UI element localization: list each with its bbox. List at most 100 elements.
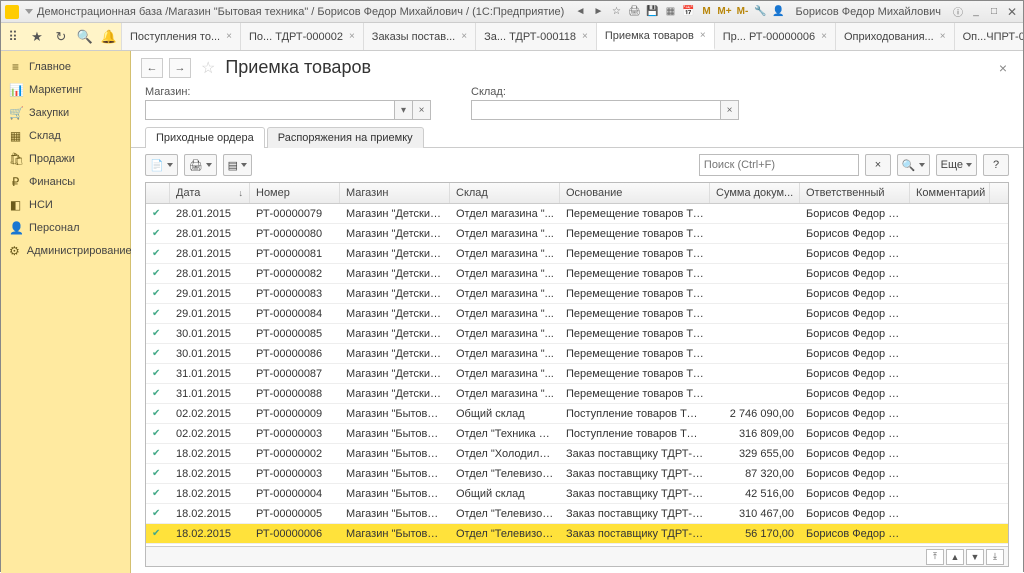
tab-close-icon[interactable]: ×	[821, 31, 827, 42]
table-row[interactable]: ✔28.01.2015РТ-00000081Магазин "Детские .…	[146, 244, 1008, 264]
sidebar-item[interactable]: 🛍Продажи	[1, 147, 130, 170]
table-row[interactable]: ✔31.01.2015РТ-00000087Магазин "Детские .…	[146, 364, 1008, 384]
tab-close-icon[interactable]: ×	[226, 31, 232, 42]
table-row[interactable]: ✔18.02.2015РТ-00000004Магазин "Бытовая..…	[146, 484, 1008, 504]
tab-close-icon[interactable]: ×	[349, 31, 355, 42]
tab[interactable]: Оприходования...×	[836, 23, 955, 50]
sidebar-item[interactable]: ₽Финансы	[1, 170, 130, 193]
cell-number: РТ-00000006	[250, 528, 340, 540]
col-icon[interactable]	[146, 183, 170, 203]
subtab[interactable]: Приходные ордера	[145, 127, 265, 148]
col-warehouse[interactable]: Склад	[450, 183, 560, 203]
minimize-icon[interactable]: _	[969, 5, 983, 19]
create-button[interactable]: 📄	[145, 154, 178, 176]
shop-filter-input[interactable]	[145, 100, 395, 120]
col-date[interactable]: Дата↓	[170, 183, 250, 203]
col-shop[interactable]: Магазин	[340, 183, 450, 203]
tools-icon[interactable]: 🔧	[753, 5, 767, 19]
table-row[interactable]: ✔18.02.2015РТ-00000005Магазин "Бытовая..…	[146, 504, 1008, 524]
scroll-bottom-icon[interactable]: ⤓	[986, 549, 1004, 565]
table-row[interactable]: ✔29.01.2015РТ-00000084Магазин "Детские .…	[146, 304, 1008, 324]
cell-basis: Поступление товаров ТДР...	[560, 428, 710, 440]
help-button[interactable]: ?	[983, 154, 1009, 176]
print-icon[interactable]: 🖨	[627, 5, 641, 19]
m-minus-icon[interactable]: M-	[735, 5, 749, 19]
m-icon[interactable]: M	[699, 5, 713, 19]
nav-fwd-icon[interactable]: ►	[591, 5, 605, 19]
tab-close-icon[interactable]: ×	[940, 31, 946, 42]
report-button[interactable]: ▤	[223, 154, 252, 176]
tab[interactable]: Пр... РТ-00000006×	[715, 23, 836, 50]
star-icon[interactable]: ★	[25, 23, 49, 51]
cell-warehouse: Отдел магазина "...	[450, 328, 560, 340]
sidebar-item[interactable]: ≡Главное	[1, 55, 130, 78]
calc-icon[interactable]: ▦	[663, 5, 677, 19]
sidebar-item[interactable]: 📊Маркетинг	[1, 78, 130, 101]
app-logo-icon	[5, 5, 19, 19]
scroll-down-icon[interactable]: ▼	[966, 549, 984, 565]
table-row[interactable]: ✔02.02.2015РТ-00000009Магазин "Бытовая..…	[146, 404, 1008, 424]
more-button[interactable]: Еще	[936, 154, 977, 176]
table-row[interactable]: ✔28.01.2015РТ-00000080Магазин "Детские .…	[146, 224, 1008, 244]
m-plus-icon[interactable]: M+	[717, 5, 731, 19]
maximize-icon[interactable]: □	[987, 5, 1001, 19]
warehouse-filter-input[interactable]	[471, 100, 721, 120]
sidebar-item[interactable]: ◧НСИ	[1, 193, 130, 216]
info-icon[interactable]: ⓘ	[951, 5, 965, 19]
warehouse-filter-clear-icon[interactable]: ×	[721, 100, 739, 120]
table-row[interactable]: ✔28.01.2015РТ-00000082Магазин "Детские .…	[146, 264, 1008, 284]
table-row[interactable]: ✔28.01.2015РТ-00000079Магазин "Детские .…	[146, 204, 1008, 224]
print-button[interactable]: 🖨	[184, 154, 217, 176]
bell-icon[interactable]: 🔔	[97, 23, 121, 51]
scroll-top-icon[interactable]: ⤒	[926, 549, 944, 565]
sidebar-item[interactable]: ▦Склад	[1, 124, 130, 147]
favorites-icon[interactable]: ☆	[609, 5, 623, 19]
tab-close-icon[interactable]: ×	[461, 31, 467, 42]
nav-back-button[interactable]: ←	[141, 58, 163, 78]
subtab[interactable]: Распоряжения на приемку	[267, 127, 424, 148]
table-row[interactable]: ✔31.01.2015РТ-00000088Магазин "Детские .…	[146, 384, 1008, 404]
sidebar-item[interactable]: 🛒Закупки	[1, 101, 130, 124]
history-icon[interactable]: ↻	[49, 23, 73, 51]
grid-body[interactable]: ✔28.01.2015РТ-00000079Магазин "Детские .…	[146, 204, 1008, 546]
table-row[interactable]: ✔30.01.2015РТ-00000086Магазин "Детские .…	[146, 344, 1008, 364]
tab[interactable]: Оп...ЧПРТ-000002×	[955, 23, 1023, 50]
calendar-icon[interactable]: 📅	[681, 5, 695, 19]
col-number[interactable]: Номер	[250, 183, 340, 203]
search-input[interactable]	[699, 154, 859, 176]
page-close-icon[interactable]: ×	[999, 60, 1013, 76]
search-clear-button[interactable]: ×	[865, 154, 891, 176]
table-row[interactable]: ✔18.02.2015РТ-00000006Магазин "Бытовая..…	[146, 524, 1008, 544]
shop-filter-clear-icon[interactable]: ×	[413, 100, 431, 120]
tab[interactable]: По... ТДРТ-000002×	[241, 23, 364, 50]
shop-filter-dropdown-icon[interactable]: ▾	[395, 100, 413, 120]
search-button[interactable]: 🔍	[897, 154, 930, 176]
save-icon[interactable]: 💾	[645, 5, 659, 19]
table-row[interactable]: ✔18.02.2015РТ-00000003Магазин "Бытовая..…	[146, 464, 1008, 484]
tab[interactable]: Заказы постав...×	[364, 23, 476, 50]
nav-back-icon[interactable]: ◄	[573, 5, 587, 19]
col-comment[interactable]: Комментарий	[910, 183, 990, 203]
tab-close-icon[interactable]: ×	[700, 30, 706, 41]
tab[interactable]: За... ТДРТ-000118×	[476, 23, 597, 50]
tab[interactable]: Приемка товаров×	[597, 23, 715, 50]
search-icon[interactable]: 🔍	[73, 23, 97, 51]
col-responsible[interactable]: Ответственный	[800, 183, 910, 203]
sidebar-item[interactable]: ⚙Администрирование	[1, 239, 130, 262]
table-row[interactable]: ✔18.02.2015РТ-00000002Магазин "Бытовая..…	[146, 444, 1008, 464]
table-row[interactable]: ✔29.01.2015РТ-00000083Магазин "Детские .…	[146, 284, 1008, 304]
nav-fwd-button[interactable]: →	[169, 58, 191, 78]
favorite-toggle-icon[interactable]: ☆	[201, 58, 215, 78]
sidebar-item[interactable]: 👤Персонал	[1, 216, 130, 239]
close-icon[interactable]: ✕	[1005, 5, 1019, 19]
scroll-up-icon[interactable]: ▲	[946, 549, 964, 565]
tab[interactable]: Поступления то...×	[122, 23, 241, 50]
apps-icon[interactable]: ⠿	[1, 23, 25, 51]
cell-basis: Перемещение товаров ТД...	[560, 308, 710, 320]
col-sum[interactable]: Сумма докум...	[710, 183, 800, 203]
app-menu-dropdown-icon[interactable]	[25, 9, 33, 14]
table-row[interactable]: ✔02.02.2015РТ-00000003Магазин "Бытовая..…	[146, 424, 1008, 444]
tab-close-icon[interactable]: ×	[582, 31, 588, 42]
col-basis[interactable]: Основание	[560, 183, 710, 203]
table-row[interactable]: ✔30.01.2015РТ-00000085Магазин "Детские .…	[146, 324, 1008, 344]
